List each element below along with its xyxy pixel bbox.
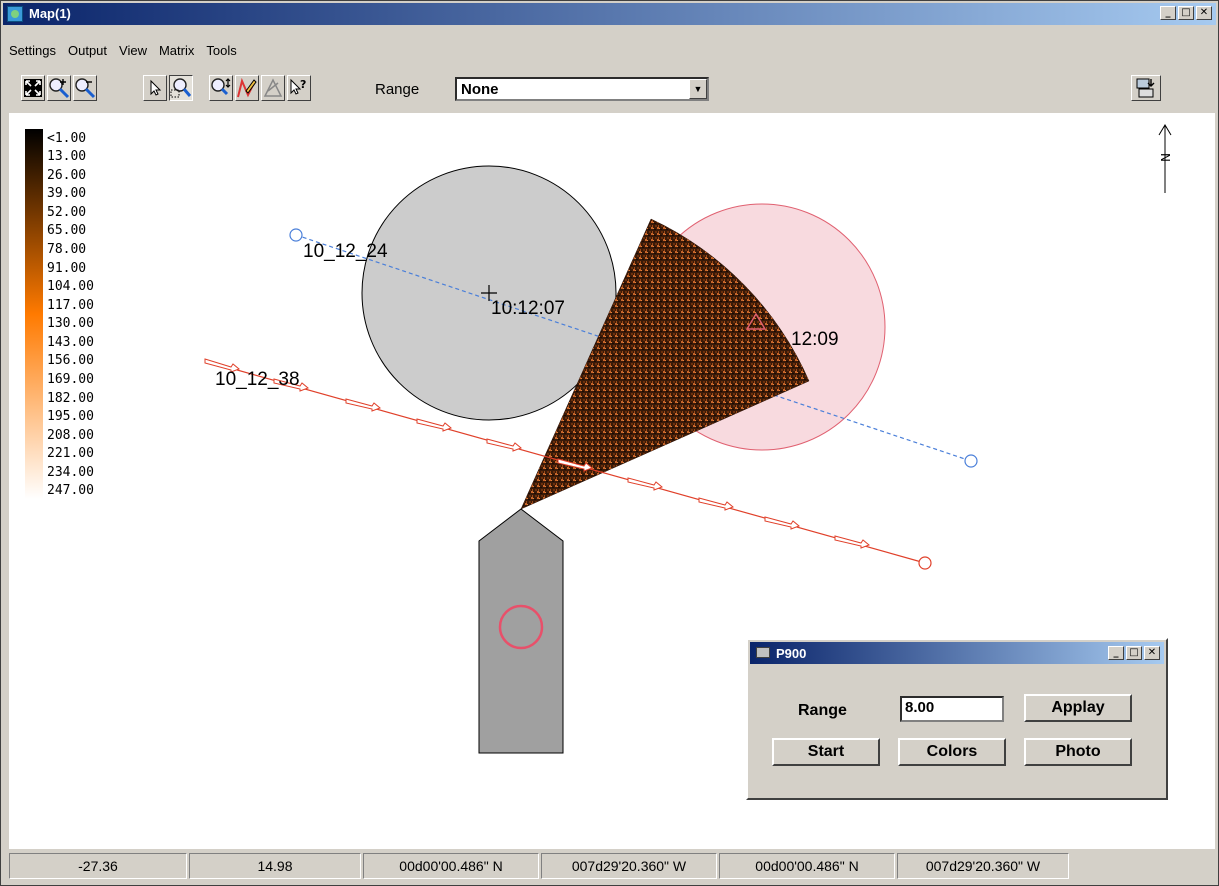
p900-title: P900	[776, 646, 807, 661]
pointer-icon	[150, 79, 162, 96]
zoom-in-button[interactable]	[47, 75, 71, 101]
zoom-out-button[interactable]	[73, 75, 97, 101]
map-app-icon	[7, 6, 23, 22]
p900-title-bar[interactable]: P900 _ □ ✕	[750, 642, 1164, 664]
legend-label: 221.00	[47, 446, 94, 461]
legend-label: 104.00	[47, 279, 94, 294]
legend-label: 143.00	[47, 335, 94, 350]
status-bar: -27.36 14.98 00d00'00.486" N 007d29'20.3…	[9, 853, 1215, 879]
range-label: Range	[375, 81, 420, 98]
legend-label: 26.00	[47, 168, 86, 183]
maximize-button[interactable]: □	[1178, 6, 1194, 20]
legend-label: <1.00	[47, 131, 86, 146]
north-label: N	[1158, 153, 1172, 162]
legend-label: 39.00	[47, 186, 86, 201]
start-button[interactable]: Start	[772, 738, 880, 766]
legend-colorbar	[25, 129, 43, 499]
zoom-in-icon	[49, 78, 70, 99]
legend-label: 13.00	[47, 149, 86, 164]
chevron-down-icon[interactable]: ▼	[689, 79, 707, 99]
p900-range-input[interactable]: 8.00	[900, 696, 1004, 722]
track-blue-start-label: 10_12_24	[303, 241, 388, 262]
draw-button[interactable]	[235, 75, 259, 101]
title-bar[interactable]: Map(1) _ □ ✕	[3, 3, 1216, 25]
zoom-extent-icon	[24, 79, 42, 97]
range-select[interactable]: None ▼	[455, 77, 709, 101]
status-cell-y: 14.98	[189, 853, 361, 879]
measure-icon	[263, 78, 283, 97]
pan-zoom-button[interactable]	[209, 75, 233, 101]
legend-label: 195.00	[47, 409, 94, 424]
legend-label: 169.00	[47, 372, 94, 387]
draw-icon	[237, 77, 257, 98]
status-cell-x: -27.36	[9, 853, 187, 879]
query-button[interactable]: ?	[287, 75, 311, 101]
applay-button[interactable]: Applay	[1024, 694, 1132, 722]
menu-tools[interactable]: Tools	[200, 43, 242, 58]
p900-dialog: P900 _ □ ✕ Range 8.00 Applay Start Color…	[746, 638, 1168, 800]
export-icon	[1136, 78, 1155, 98]
status-cell-lat: 00d00'00.486" N	[363, 853, 539, 879]
vessel-shape[interactable]	[478, 508, 564, 754]
query-icon: ?	[290, 78, 306, 95]
menu-bar: Settings Output View Matrix Tools	[3, 39, 1216, 61]
legend-label: 247.00	[47, 483, 94, 498]
menu-settings[interactable]: Settings	[3, 43, 62, 58]
legend-label: 208.00	[47, 428, 94, 443]
legend-label: 65.00	[47, 223, 86, 238]
legend-label: 156.00	[47, 353, 94, 368]
legend-label: 130.00	[47, 316, 94, 331]
legend-label: 78.00	[47, 242, 86, 257]
zoom-window-icon	[170, 78, 192, 98]
p900-maximize-button[interactable]: □	[1126, 646, 1142, 660]
p900-range-label: Range	[798, 702, 847, 719]
legend-label: 182.00	[47, 391, 94, 406]
svg-text:?: ?	[300, 78, 306, 91]
close-button[interactable]: ✕	[1196, 6, 1212, 20]
zoom-window-button[interactable]	[169, 75, 193, 101]
menu-output[interactable]: Output	[62, 43, 113, 58]
blue-track-start-marker[interactable]	[289, 228, 303, 242]
p900-close-button[interactable]: ✕	[1144, 646, 1160, 660]
zoom-extent-button[interactable]	[21, 75, 45, 101]
measure-button[interactable]	[261, 75, 285, 101]
track-red-start-label: 10_12_38	[215, 369, 300, 390]
pink-target-time-label: 12:09	[791, 329, 839, 350]
legend-label: 117.00	[47, 298, 94, 313]
window-title: Map(1)	[29, 6, 71, 21]
zoom-out-icon	[75, 78, 96, 99]
export-button[interactable]	[1131, 75, 1161, 101]
colors-button[interactable]: Colors	[898, 738, 1006, 766]
pan-zoom-icon	[211, 78, 231, 96]
photo-button[interactable]: Photo	[1024, 738, 1132, 766]
legend-label: 52.00	[47, 205, 86, 220]
legend-label: 91.00	[47, 261, 86, 276]
status-cell-lon-2: 007d29'20.360" W	[897, 853, 1069, 879]
menu-matrix[interactable]: Matrix	[153, 43, 200, 58]
range-select-value: None	[461, 81, 499, 98]
map-window: Map(1) _ □ ✕ Settings Output View Matrix…	[0, 0, 1219, 886]
toolbar: ? Range None ▼	[3, 69, 1216, 111]
p900-minimize-button[interactable]: _	[1108, 646, 1124, 660]
grey-target-time-label: 10:12:07	[491, 298, 565, 319]
red-track-end-marker[interactable]	[918, 556, 932, 570]
status-cell-lon: 007d29'20.360" W	[541, 853, 717, 879]
status-cell-lat-2: 00d00'00.486" N	[719, 853, 895, 879]
menu-view[interactable]: View	[113, 43, 153, 58]
blue-track-end-marker[interactable]	[964, 454, 978, 468]
minimize-button[interactable]: _	[1160, 6, 1176, 20]
legend-label: 234.00	[47, 465, 94, 480]
legend-labels: <1.00 13.00 26.00 39.00 52.00 65.00 78.0…	[47, 131, 94, 498]
device-icon	[756, 647, 770, 658]
pointer-button[interactable]	[143, 75, 167, 101]
